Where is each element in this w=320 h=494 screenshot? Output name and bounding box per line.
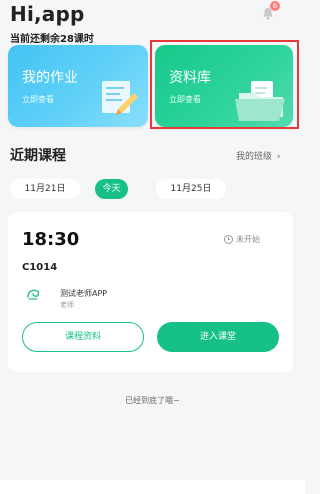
date-pill-1[interactable]: 11月21日 <box>10 179 80 199</box>
my-class-link[interactable]: 我的班级 › <box>236 149 281 162</box>
course-materials-button[interactable]: 课程资料 <box>22 322 144 352</box>
remaining-hours: 当前还剩余28课时 <box>10 34 94 45</box>
course-time: 18:30 <box>22 229 80 250</box>
homework-title: 我的作业 <box>22 70 78 86</box>
teacher-name: 测试老师APP <box>60 289 108 298</box>
enter-classroom-button[interactable]: 进入课堂 <box>157 322 279 352</box>
bottom-bar <box>0 480 305 494</box>
course-code: C1014 <box>22 262 58 273</box>
homework-card[interactable]: 我的作业 立即查看 <box>8 45 148 127</box>
course-status: 未开始 <box>224 234 260 245</box>
date-pill-today[interactable]: 今天 <box>95 179 128 199</box>
recent-courses-title: 近期课程 <box>10 148 66 164</box>
homework-subtitle: 立即查看 <box>22 95 54 104</box>
notification-badge: 6 <box>270 1 280 11</box>
my-class-label: 我的班级 <box>236 152 273 162</box>
teacher-role: 老师 <box>60 301 74 309</box>
teacher-avatar-icon <box>27 289 40 300</box>
greeting: Hi,app <box>10 2 85 26</box>
homework-illustration <box>102 81 138 115</box>
selection-highlight <box>150 40 299 129</box>
clock-icon <box>224 235 233 244</box>
status-label: 未开始 <box>236 235 260 244</box>
date-pill-3[interactable]: 11月25日 <box>156 179 226 199</box>
chevron-right-icon: › <box>276 152 281 162</box>
end-of-list-text: 已经到底了哦~ <box>125 396 180 405</box>
